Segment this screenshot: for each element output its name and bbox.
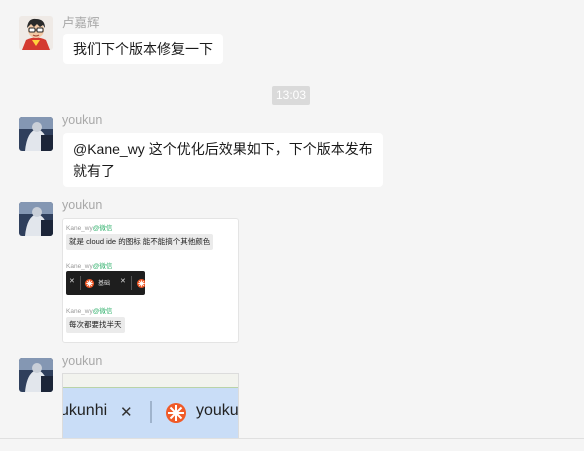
cloud-ide-logo-icon [137, 279, 145, 288]
image-message-tab-screenshot[interactable]: ukunhi ✕ youku [62, 373, 239, 439]
photo-avatar-icon [19, 117, 53, 151]
avatar[interactable] [19, 202, 53, 236]
tab-divider [150, 401, 152, 423]
timestamp: 13:03 [272, 86, 310, 105]
mini-sender: Kane_wy@微信 [66, 305, 112, 315]
screenshot-top-strip [63, 374, 238, 388]
mini-sender-name: Kane_wy [66, 308, 93, 315]
sender-name: 卢嘉辉 [62, 16, 100, 30]
mini-tab-label: 基础 [98, 281, 111, 287]
wechat-tag: @微信 [92, 263, 113, 270]
divider [80, 276, 81, 290]
message-text-line-2: 就有了 [73, 163, 115, 179]
wechat-tag: @微信 [92, 225, 113, 232]
close-icon: ✕ [120, 404, 133, 421]
avatar[interactable] [19, 117, 53, 151]
tab-title-text: ukunhi [62, 402, 108, 419]
mini-sender-name: Kane_wy [66, 225, 93, 232]
sender-name: youkun [62, 113, 103, 127]
cartoon-avatar-icon [19, 16, 53, 50]
tab-title-text: youku [196, 402, 239, 419]
mini-sender-name: Kane_wy [66, 263, 93, 270]
photo-avatar-icon [19, 358, 53, 392]
message-1: 卢嘉辉 我们下个版本修复一下 [0, 0, 584, 80]
message-input-area[interactable] [0, 439, 584, 451]
cloud-ide-logo-icon [85, 279, 94, 288]
cloud-ide-logo-icon [166, 403, 186, 423]
avatar[interactable] [19, 358, 53, 392]
mini-sender: Kane_wy@微信 [66, 260, 112, 270]
message-text-line-1: @Kane_wy 这个优化后效果如下，下个版本发布 [73, 141, 373, 157]
close-icon: ✕ [120, 278, 126, 285]
message-bubble[interactable]: 我们下个版本修复一下 [63, 34, 223, 64]
divider [131, 276, 132, 290]
screenshot-tab-strip: ukunhi ✕ youku [63, 388, 238, 439]
image-message-chat-screenshot[interactable]: Kane_wy@微信 就是 cloud ide 的图标 能不能搞个其他颜色 Ka… [62, 218, 239, 343]
message-text: 我们下个版本修复一下 [73, 41, 213, 57]
sender-name: youkun [62, 198, 103, 212]
photo-avatar-icon [19, 202, 53, 236]
avatar[interactable] [19, 16, 53, 50]
close-icon: ✕ [69, 278, 75, 285]
mini-bubble: 每次都要找半天 [66, 317, 125, 333]
message-bubble[interactable]: @Kane_wy 这个优化后效果如下，下个版本发布 就有了 [63, 133, 383, 187]
wechat-tag: @微信 [92, 308, 113, 315]
sender-name: youkun [62, 354, 103, 368]
mini-bubble: 就是 cloud ide 的图标 能不能搞个其他颜色 [66, 234, 214, 250]
message-2: youkun @Kane_wy 这个优化后效果如下，下个版本发布 就有了 [0, 110, 584, 190]
mini-tab-bar: ✕ 基础 ✕ [66, 271, 145, 295]
mini-sender: Kane_wy@微信 [66, 222, 112, 232]
